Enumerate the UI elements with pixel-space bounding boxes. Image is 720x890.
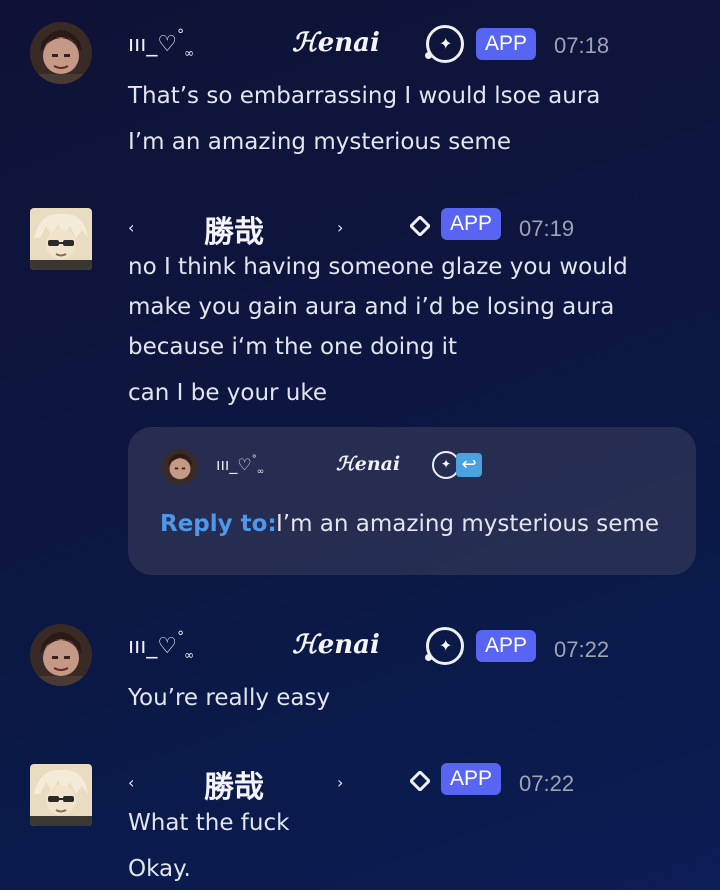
reply-preview-card[interactable]: ııı_♡°∞ ℋenai ✦ ↩ Reply to: I’m an amazi…: [128, 427, 696, 575]
reply-username: ℋenai: [336, 453, 401, 475]
app-badge: APP: [441, 763, 502, 795]
message-line: Okay.: [128, 856, 191, 882]
username[interactable]: 勝哉: [204, 207, 264, 251]
username[interactable]: ℋenai: [292, 28, 380, 58]
app-badge: APP: [441, 208, 502, 240]
avatar-katsuya[interactable]: [30, 764, 92, 826]
message-line: What the fuck: [128, 810, 290, 836]
timestamp: 07:19: [519, 216, 575, 241]
name-right-mark: ›: [337, 218, 344, 237]
message-line: You’re really easy: [128, 685, 331, 711]
reply-username-prefix: ııı_♡°∞: [216, 454, 265, 477]
message-line: no I think having someone glaze you woul…: [128, 254, 628, 280]
diamond-badge-icon: [410, 216, 430, 236]
message-line: because i‘m the one doing it: [128, 334, 458, 360]
message-line: That’s so embarrassing I would lsoe aura: [128, 83, 601, 109]
app-badge: APP: [476, 630, 537, 662]
sparkle-badge-icon: ✦: [425, 25, 464, 63]
username[interactable]: ℋenai: [292, 630, 380, 660]
app-badge: APP: [476, 28, 537, 60]
timestamp: 07:22: [554, 637, 610, 662]
name-right-mark: ›: [337, 773, 344, 792]
name-left-mark: ‹: [128, 218, 135, 237]
return-icon: ↩: [456, 453, 482, 477]
sparkle-badge-icon: ✦: [425, 627, 464, 665]
timestamp: 07:22: [519, 771, 575, 796]
reply-label: Reply to:: [160, 511, 277, 537]
message-line: make you gain aura and i’d be losing aur…: [128, 294, 615, 320]
avatar-kenai[interactable]: [30, 22, 92, 84]
reply-avatar-kenai: [162, 449, 198, 485]
avatar-kenai[interactable]: [30, 624, 92, 686]
diamond-badge-icon: [410, 771, 430, 791]
message-line: I’m an amazing mysterious seme: [128, 129, 511, 155]
avatar-katsuya[interactable]: [30, 208, 92, 270]
username-prefix: ııı_♡°∞: [128, 27, 195, 60]
timestamp: 07:18: [554, 33, 610, 58]
username-prefix: ııı_♡°∞: [128, 629, 195, 662]
username[interactable]: 勝哉: [204, 762, 264, 806]
message-line: can I be your uke: [128, 380, 328, 406]
name-left-mark: ‹: [128, 773, 135, 792]
reply-text: I’m an amazing mysterious seme: [276, 511, 659, 537]
